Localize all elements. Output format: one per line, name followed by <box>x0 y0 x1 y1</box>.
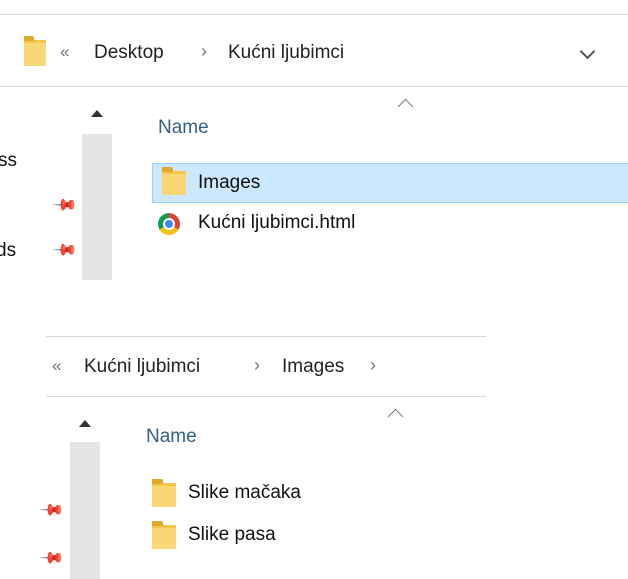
breadcrumb-separator-icon[interactable]: › <box>370 355 376 376</box>
scroll-up-icon[interactable] <box>91 110 103 117</box>
list-item-slike-pasa[interactable]: Slike pasa <box>146 518 446 552</box>
pin-icon[interactable]: 📌 <box>38 496 66 524</box>
folder-icon <box>24 36 46 66</box>
file-name: Slike pasa <box>188 524 276 545</box>
column-header-name[interactable]: Name <box>146 426 197 448</box>
top-divider-2 <box>46 336 486 337</box>
address-bar-2[interactable]: « Kućni ljubimci › Images › <box>46 344 486 388</box>
folder-icon <box>162 167 186 195</box>
folder-icon <box>152 521 176 549</box>
sort-ascending-icon <box>397 98 414 115</box>
list-item-html-file[interactable]: Kućni ljubimci.html <box>152 206 628 242</box>
pin-icon[interactable]: 📌 <box>51 236 79 264</box>
pin-icon[interactable]: 📌 <box>38 544 66 572</box>
breadcrumb-separator-icon[interactable]: › <box>254 355 260 376</box>
address-divider-2 <box>46 396 486 397</box>
breadcrumb-images[interactable]: Images <box>282 356 344 378</box>
nav-scrollbar[interactable] <box>82 98 112 280</box>
breadcrumb-kucni-ljubimci[interactable]: Kućni ljubimci <box>228 42 344 64</box>
nav-scrollbar-2[interactable] <box>70 408 100 579</box>
address-divider <box>0 86 628 87</box>
file-name: Slike mačaka <box>188 482 301 503</box>
sort-ascending-icon <box>387 408 404 425</box>
breadcrumb-overflow-icon[interactable]: « <box>52 356 61 376</box>
list-item-slike-macaka[interactable]: Slike mačaka <box>146 476 446 510</box>
nav-item-cut-1[interactable]: ss <box>0 150 17 172</box>
chevron-down-icon[interactable] <box>579 43 596 60</box>
file-name: Kućni ljubimci.html <box>198 212 356 233</box>
breadcrumb-separator-icon[interactable]: › <box>201 41 207 62</box>
scroll-up-icon[interactable] <box>79 420 91 427</box>
chrome-icon <box>158 213 180 235</box>
breadcrumb-kucni-ljubimci[interactable]: Kućni ljubimci <box>84 356 200 378</box>
top-divider <box>0 14 628 15</box>
column-header-name[interactable]: Name <box>158 117 209 139</box>
pin-icon[interactable]: 📌 <box>51 191 79 219</box>
nav-item-cut-2[interactable]: ds <box>0 240 16 262</box>
breadcrumb-overflow-icon[interactable]: « <box>60 42 69 62</box>
file-name: Images <box>198 172 261 193</box>
breadcrumb-desktop[interactable]: Desktop <box>94 42 164 64</box>
folder-icon <box>152 479 176 507</box>
address-bar[interactable]: « Desktop › Kućni ljubimci <box>0 26 628 82</box>
